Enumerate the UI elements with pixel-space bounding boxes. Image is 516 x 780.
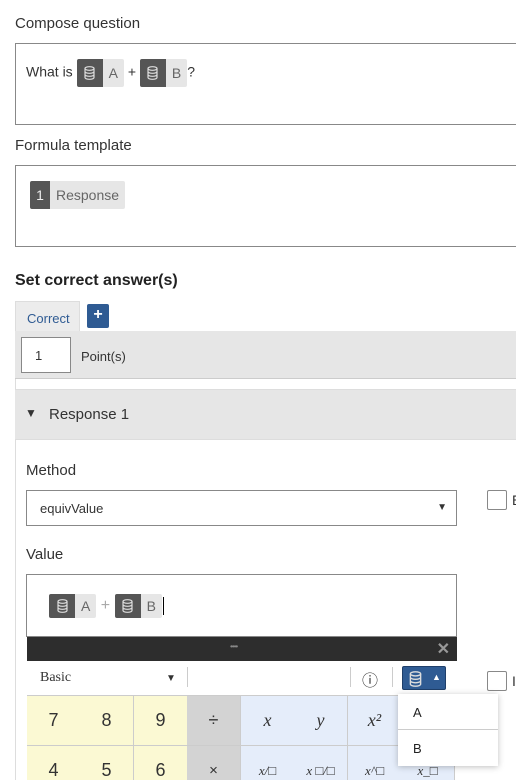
plus-sign: + [127, 63, 136, 80]
variable-menu-button[interactable]: ▲ [402, 666, 446, 690]
value-editor[interactable]: A + B [26, 574, 457, 637]
add-answer-button[interactable]: + [87, 304, 109, 328]
points-label: Point(s) [81, 349, 126, 364]
points-input[interactable]: 1 [21, 337, 71, 373]
answers-heading: Set correct answer(s) [15, 272, 178, 289]
key-mixed-fraction[interactable]: x □/□ [294, 746, 348, 780]
method-label: Method [26, 462, 77, 479]
response-index: 1 [30, 181, 50, 209]
key-4[interactable]: 4 [27, 746, 81, 780]
question-prefix: What is [26, 63, 73, 80]
database-icon [76, 59, 103, 87]
checkbox-2[interactable] [487, 671, 507, 691]
close-icon[interactable]: ✕ [437, 639, 450, 659]
database-icon [49, 594, 75, 618]
method-select[interactable]: equivValue ▼ [26, 490, 457, 526]
key-6[interactable]: 6 [134, 746, 188, 780]
key-divide[interactable]: ÷ [187, 696, 241, 746]
template-label: Formula template [15, 137, 132, 154]
tab-correct[interactable]: Correct [15, 301, 80, 332]
checkbox-1[interactable] [487, 490, 507, 510]
variable-chip-b[interactable]: B [139, 59, 188, 87]
keypad-mode-select[interactable]: Basic [40, 670, 71, 686]
chevron-up-icon: ▲ [432, 672, 441, 682]
compose-label: Compose question [15, 15, 141, 32]
checkbox-1-label: E [512, 492, 516, 508]
variable-menu-item-b[interactable]: B [398, 730, 498, 766]
variable-chip-a[interactable]: A [76, 59, 124, 87]
key-8[interactable]: 8 [80, 696, 134, 746]
compose-editor[interactable]: What is A + B? [15, 43, 516, 125]
drag-handle-icon: •••• [230, 642, 238, 651]
key-7[interactable]: 7 [27, 696, 81, 746]
checkbox-2-label: I [512, 673, 516, 689]
database-icon [114, 594, 141, 618]
keypad-grid: 7 8 9 ÷ x y x² 4 5 6 × x/□ x □/□ x^□ x_□ [27, 696, 457, 780]
response-chip[interactable]: 1 Response [30, 181, 126, 209]
key-9[interactable]: 9 [134, 696, 188, 746]
question-suffix: ? [187, 63, 196, 80]
key-fraction[interactable]: x/□ [241, 746, 295, 780]
chevron-down-icon: ▼ [437, 502, 447, 513]
database-icon [409, 671, 422, 687]
keypad-toolbar: Basic ▼ ⓘ ▲ [27, 661, 457, 696]
response-1-header[interactable]: ▼ Response 1 [15, 389, 516, 440]
key-x[interactable]: x [241, 696, 295, 746]
database-icon [139, 59, 166, 87]
keypad-drag-bar[interactable]: •••• ✕ [27, 637, 457, 661]
key-multiply[interactable]: × [187, 746, 241, 780]
response-title: Response 1 [49, 406, 130, 423]
value-label: Value [26, 546, 64, 563]
variable-chip-a[interactable]: A [49, 594, 97, 618]
key-5[interactable]: 5 [80, 746, 134, 780]
variable-menu: A B [398, 694, 498, 766]
key-x-squared[interactable]: x² [348, 696, 402, 746]
variable-menu-item-a[interactable]: A [398, 694, 498, 730]
variable-chip-b[interactable]: B [114, 594, 162, 618]
plus-sign: + [100, 597, 111, 615]
template-editor[interactable]: 1 Response [15, 165, 516, 247]
key-y[interactable]: y [294, 696, 348, 746]
key-power[interactable]: x^□ [348, 746, 402, 780]
info-icon[interactable]: ⓘ [362, 667, 378, 691]
chevron-down-icon[interactable]: ▼ [166, 673, 176, 684]
collapse-caret-icon: ▼ [25, 406, 37, 420]
